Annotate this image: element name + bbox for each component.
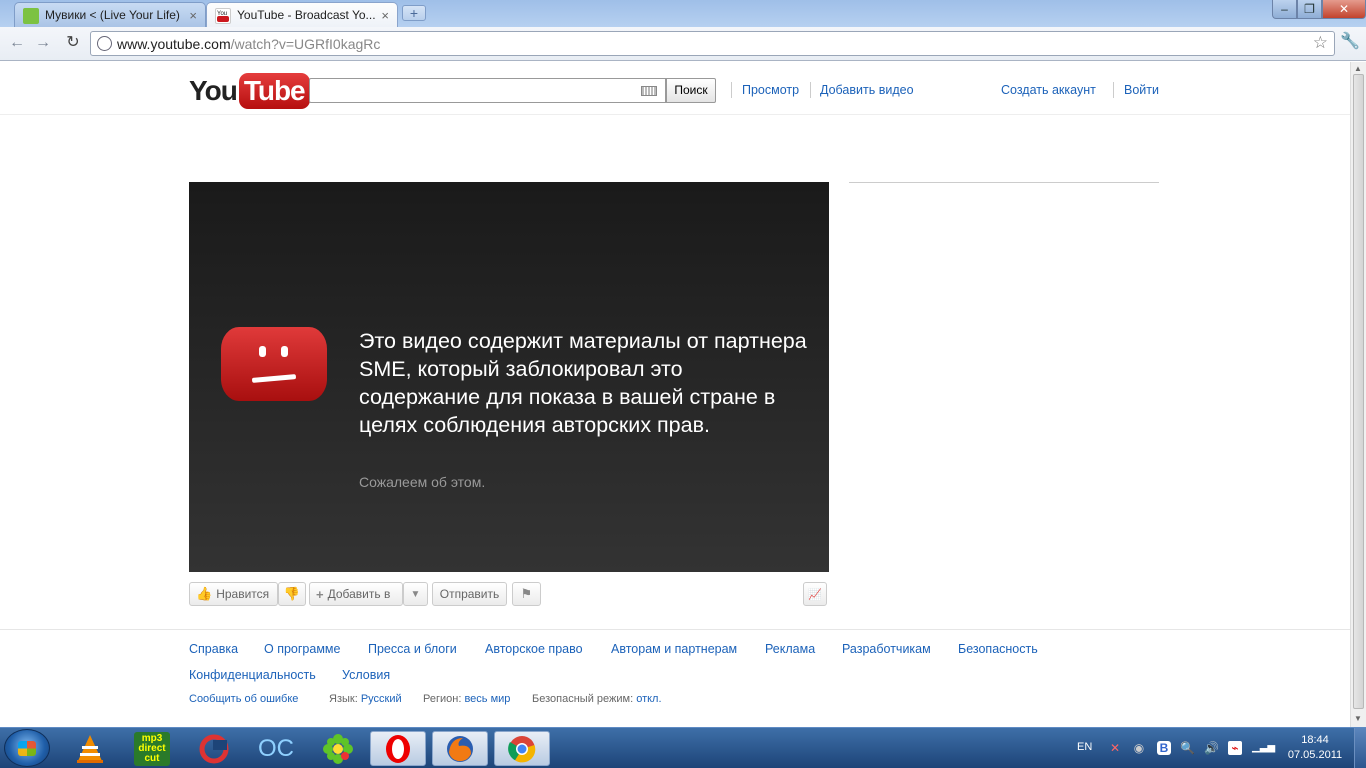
footer-divider xyxy=(0,629,1350,630)
language-selector[interactable]: Язык: Русский xyxy=(329,693,402,705)
icq-icon[interactable] xyxy=(310,731,366,766)
report-bug-link[interactable]: Сообщить об ошибке xyxy=(189,693,298,705)
upload-link[interactable]: Добавить видео xyxy=(820,83,914,97)
search-input[interactable] xyxy=(309,78,666,103)
scroll-down-icon[interactable]: ▼ xyxy=(1354,714,1362,723)
tab-youtube[interactable]: You YouTube - Broadcast Yo... × xyxy=(206,2,398,27)
footer-link-copyright[interactable]: Авторское право xyxy=(485,642,583,656)
header-divider xyxy=(0,114,1350,115)
tab-title: YouTube - Broadcast Yo... xyxy=(237,8,376,22)
browser-toolbar: ← → ↻ www.youtube.com/watch?v=UGRfI0kagR… xyxy=(0,27,1366,61)
region-selector[interactable]: Регион: весь мир xyxy=(423,693,510,705)
show-desktop-button[interactable] xyxy=(1354,728,1366,768)
youtube-logo[interactable]: You Tube xyxy=(189,72,310,110)
keyboard-icon[interactable] xyxy=(641,86,657,96)
tab-muviki[interactable]: Мувики < (Live Your Life) × xyxy=(14,2,206,27)
thumbs-up-icon: 👍 xyxy=(196,586,213,601)
browser-titlebar: Мувики < (Live Your Life) × You YouTube … xyxy=(0,0,1366,27)
oc-app-icon[interactable]: OC xyxy=(248,731,304,766)
footer-link-privacy[interactable]: Конфиденциальность xyxy=(189,668,316,682)
back-arrow-icon[interactable]: ← xyxy=(6,33,28,53)
language-indicator[interactable]: EN xyxy=(1077,741,1092,753)
like-button[interactable]: 👍 Нравится xyxy=(189,582,278,606)
sign-in-link[interactable]: Войти xyxy=(1124,83,1159,97)
bookmark-star-icon[interactable]: ☆ xyxy=(1313,33,1328,53)
video-action-bar: 👍 Нравится 👎 + Добавить в ▼ Отправить ⚑ … xyxy=(189,582,829,608)
opera-icon[interactable] xyxy=(370,731,426,766)
footer-link-about[interactable]: О программе xyxy=(264,642,340,656)
globe-icon xyxy=(97,36,112,51)
plus-icon: + xyxy=(316,586,324,602)
youtube-favicon-icon: You xyxy=(215,8,231,24)
footer-link-terms[interactable]: Условия xyxy=(342,668,390,682)
browse-link[interactable]: Просмотр xyxy=(742,83,799,97)
sidebar-divider xyxy=(849,182,1159,183)
footer-link-creators[interactable]: Авторам и партнерам xyxy=(611,642,737,656)
youtube-page: You Tube Поиск Просмотр Добавить видео С… xyxy=(0,62,1350,727)
flag-button[interactable]: ⚑ xyxy=(512,582,541,606)
system-clock[interactable]: 18:44 07.05.2011 xyxy=(1282,733,1348,763)
stats-icon: 📈 xyxy=(808,588,822,601)
close-tab-icon[interactable]: × xyxy=(189,8,197,23)
sorry-text: Сожалеем об этом. xyxy=(359,474,486,490)
address-text: www.youtube.com/watch?v=UGRfI0kagRc xyxy=(117,36,381,52)
skype-tray-icon[interactable]: ◉ xyxy=(1132,741,1146,755)
reload-icon[interactable]: ↻ xyxy=(62,33,84,53)
flag-icon: ⚑ xyxy=(520,586,533,601)
header-separator xyxy=(731,82,732,98)
blocked-message: Это видео содержит материалы от партнера… xyxy=(359,329,807,437)
header-separator xyxy=(810,82,811,98)
windows-taskbar: mp3 direct cut OC EN ✕ ◉ B 🔍 🔊 ⌁ ▁▃▅ 18:… xyxy=(0,727,1366,768)
chevron-down-icon: ▼ xyxy=(410,588,421,600)
create-account-link[interactable]: Создать аккаунт xyxy=(1001,83,1096,97)
new-tab-button[interactable]: + xyxy=(402,5,426,21)
header-separator xyxy=(1113,82,1114,98)
wrench-menu-icon[interactable]: 🔧 xyxy=(1340,31,1360,51)
footer-link-advertising[interactable]: Реклама xyxy=(765,642,815,656)
ccleaner-icon[interactable] xyxy=(186,731,242,766)
antivirus-tray-icon[interactable]: ⌁ xyxy=(1228,741,1242,755)
close-window-button[interactable]: ✕ xyxy=(1322,0,1366,19)
svg-text:You: You xyxy=(217,11,227,17)
share-button[interactable]: Отправить xyxy=(432,582,507,606)
video-player[interactable]: Это видео содержит материалы от партнера… xyxy=(189,182,829,572)
page-scrollbar[interactable]: ▲ ▼ xyxy=(1350,62,1366,727)
address-bar[interactable]: www.youtube.com/watch?v=UGRfI0kagRc ☆ xyxy=(90,31,1335,56)
sad-tv-icon xyxy=(221,327,327,401)
scroll-up-icon[interactable]: ▲ xyxy=(1354,64,1362,73)
stats-button[interactable]: 📈 xyxy=(803,582,827,606)
footer-link-press[interactable]: Пресса и блоги xyxy=(368,642,457,656)
close-tab-icon[interactable]: × xyxy=(381,8,389,23)
volume-icon[interactable]: 🔊 xyxy=(1204,741,1219,755)
muviki-favicon-icon xyxy=(23,8,39,24)
signal-icon[interactable]: ▁▃▅ xyxy=(1252,741,1275,755)
firefox-icon[interactable] xyxy=(432,731,488,766)
dislike-button[interactable]: 👎 xyxy=(278,582,306,606)
footer-link-help[interactable]: Справка xyxy=(189,642,238,656)
maximize-button[interactable]: ❐ xyxy=(1297,0,1322,19)
chrome-icon[interactable] xyxy=(494,731,550,766)
tab-title: Мувики < (Live Your Life) xyxy=(45,8,180,22)
scrollbar-thumb[interactable] xyxy=(1353,74,1364,709)
search-tray-icon[interactable]: 🔍 xyxy=(1180,741,1195,755)
safety-mode-selector[interactable]: Безопасный режим: откл. xyxy=(532,693,662,705)
minimize-button[interactable]: – xyxy=(1272,0,1297,19)
forward-arrow-icon[interactable]: → xyxy=(32,33,54,53)
mp3-direct-cut-icon[interactable]: mp3 direct cut xyxy=(124,731,180,766)
add-to-button[interactable]: + Добавить в xyxy=(309,582,403,606)
footer-link-safety[interactable]: Безопасность xyxy=(958,642,1038,656)
vk-tray-icon[interactable]: B xyxy=(1157,741,1171,755)
add-to-dropdown-button[interactable]: ▼ xyxy=(403,582,428,606)
network-tray-icon[interactable]: ✕ xyxy=(1108,741,1122,755)
start-button[interactable] xyxy=(4,729,50,767)
thumbs-down-icon: 👎 xyxy=(283,586,301,601)
search-button[interactable]: Поиск xyxy=(666,78,716,103)
footer-link-developers[interactable]: Разработчикам xyxy=(842,642,931,656)
vlc-icon[interactable] xyxy=(62,731,118,766)
